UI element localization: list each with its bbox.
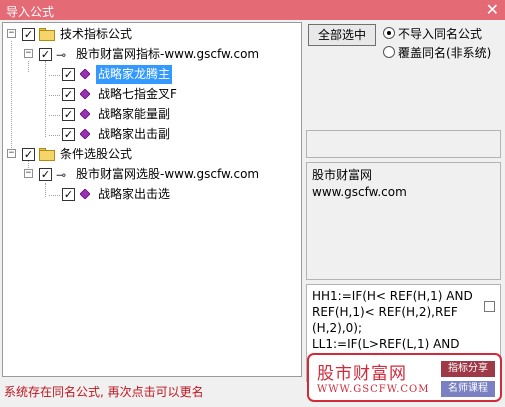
tree-node-group[interactable]: − ✓ ⊸ 股市财富网指标-www.gscfw.com xyxy=(3,45,301,64)
tree-node-formula[interactable]: ✓ 战略家出击副 xyxy=(3,125,301,144)
select-all-button[interactable]: 全部选中 xyxy=(308,24,376,46)
code-checkbox[interactable] xyxy=(484,301,495,312)
node-checkbox[interactable]: ✓ xyxy=(62,88,75,101)
watermark-brand: 股市财富网 xyxy=(317,364,407,384)
tree-node-formula[interactable]: ✓ 战略家出击选 xyxy=(3,185,301,204)
tree-node-formula[interactable]: ✓ 战略家能量副 xyxy=(3,105,301,124)
status-message: 系统存在同名公式, 再次点击可以更名 xyxy=(4,385,204,399)
formula-icon xyxy=(80,129,90,139)
watermark-url: WWW.GSCFW.COM xyxy=(317,384,430,395)
tree-node-label: 技术指标公式 xyxy=(60,27,133,41)
description-line: www.gscfw.com xyxy=(312,185,407,199)
title-bar: 导入公式 ✕ xyxy=(0,0,505,20)
tree-node-label: 股市财富网指标-www.gscfw.com xyxy=(76,47,260,61)
tree-node-group[interactable]: − ✓ ⊸ 股市财富网选股-www.gscfw.com xyxy=(3,165,301,184)
window-title: 导入公式 xyxy=(6,5,55,19)
node-checkbox[interactable]: ✓ xyxy=(62,108,75,121)
folder-icon xyxy=(39,28,55,41)
key-icon: ⊸ xyxy=(56,168,67,182)
formula-icon xyxy=(80,89,90,99)
formula-icon xyxy=(80,189,90,199)
formula-tree[interactable]: − ✓ 技术指标公式 − ✓ ⊸ 股市财富网指标-www.gscfw.com ✓… xyxy=(2,22,302,377)
tree-node-label: 战略家出击副 xyxy=(98,127,171,141)
overwrite-radio[interactable] xyxy=(383,46,395,58)
tree-node-label: 战略家能量副 xyxy=(98,107,171,121)
collapse-icon[interactable]: − xyxy=(7,149,16,158)
overwrite-label[interactable]: 覆盖同名(非系统) xyxy=(398,44,491,61)
tree-node-label: 战略家龙腾主 xyxy=(96,65,173,84)
watermark-logo: 股市财富网 WWW.GSCFW.COM 指标分享 名师课程 xyxy=(307,353,502,402)
close-icon[interactable]: ✕ xyxy=(486,0,499,20)
collapse-icon[interactable]: − xyxy=(24,49,33,58)
node-checkbox[interactable]: ✓ xyxy=(62,188,75,201)
node-checkbox[interactable]: ✓ xyxy=(39,168,52,181)
node-checkbox[interactable]: ✓ xyxy=(39,48,52,61)
watermark-badge: 名师课程 xyxy=(441,381,495,397)
formula-icon xyxy=(80,109,90,119)
node-checkbox[interactable]: ✓ xyxy=(62,128,75,141)
collapse-icon[interactable]: − xyxy=(7,29,16,38)
description-line: 股市财富网 xyxy=(312,168,373,182)
node-checkbox[interactable]: ✓ xyxy=(22,28,35,41)
node-checkbox[interactable]: ✓ xyxy=(62,68,75,81)
formula-icon xyxy=(80,69,90,79)
key-icon: ⊸ xyxy=(56,48,67,62)
tree-node-label: 战略家出击选 xyxy=(98,187,171,201)
no-import-label[interactable]: 不导入同名公式 xyxy=(398,25,482,42)
tree-node-folder[interactable]: − ✓ 条件选股公式 xyxy=(3,145,301,164)
tree-node-label: 股市财富网选股-www.gscfw.com xyxy=(76,167,260,181)
tree-node-label: 战略七指金叉F xyxy=(98,87,177,101)
node-checkbox[interactable]: ✓ xyxy=(22,148,35,161)
tree-node-label: 条件选股公式 xyxy=(60,147,133,161)
tree-node-formula[interactable]: ✓ 战略七指金叉F xyxy=(3,85,301,104)
tree-node-folder[interactable]: − ✓ 技术指标公式 xyxy=(3,25,301,44)
folder-icon xyxy=(39,148,55,161)
tree-node-formula[interactable]: ✓ 战略家龙腾主 xyxy=(3,65,301,84)
no-import-radio[interactable] xyxy=(383,27,395,39)
formula-description: 股市财富网 www.gscfw.com xyxy=(306,162,501,280)
watermark-badge: 指标分享 xyxy=(441,361,495,377)
collapse-icon[interactable]: − xyxy=(24,169,33,178)
info-field xyxy=(306,130,501,158)
